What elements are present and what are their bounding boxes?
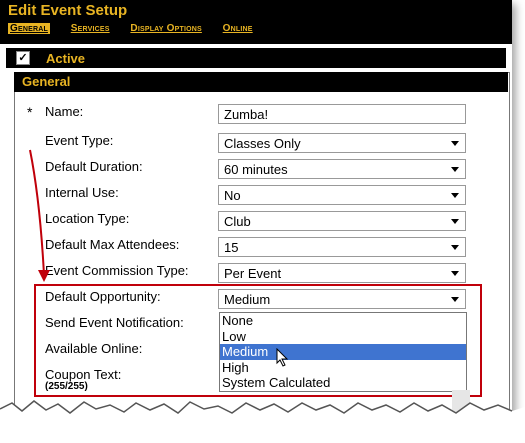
torn-edge-decoration [0,400,525,443]
annotation-arrow-icon [29,149,50,282]
